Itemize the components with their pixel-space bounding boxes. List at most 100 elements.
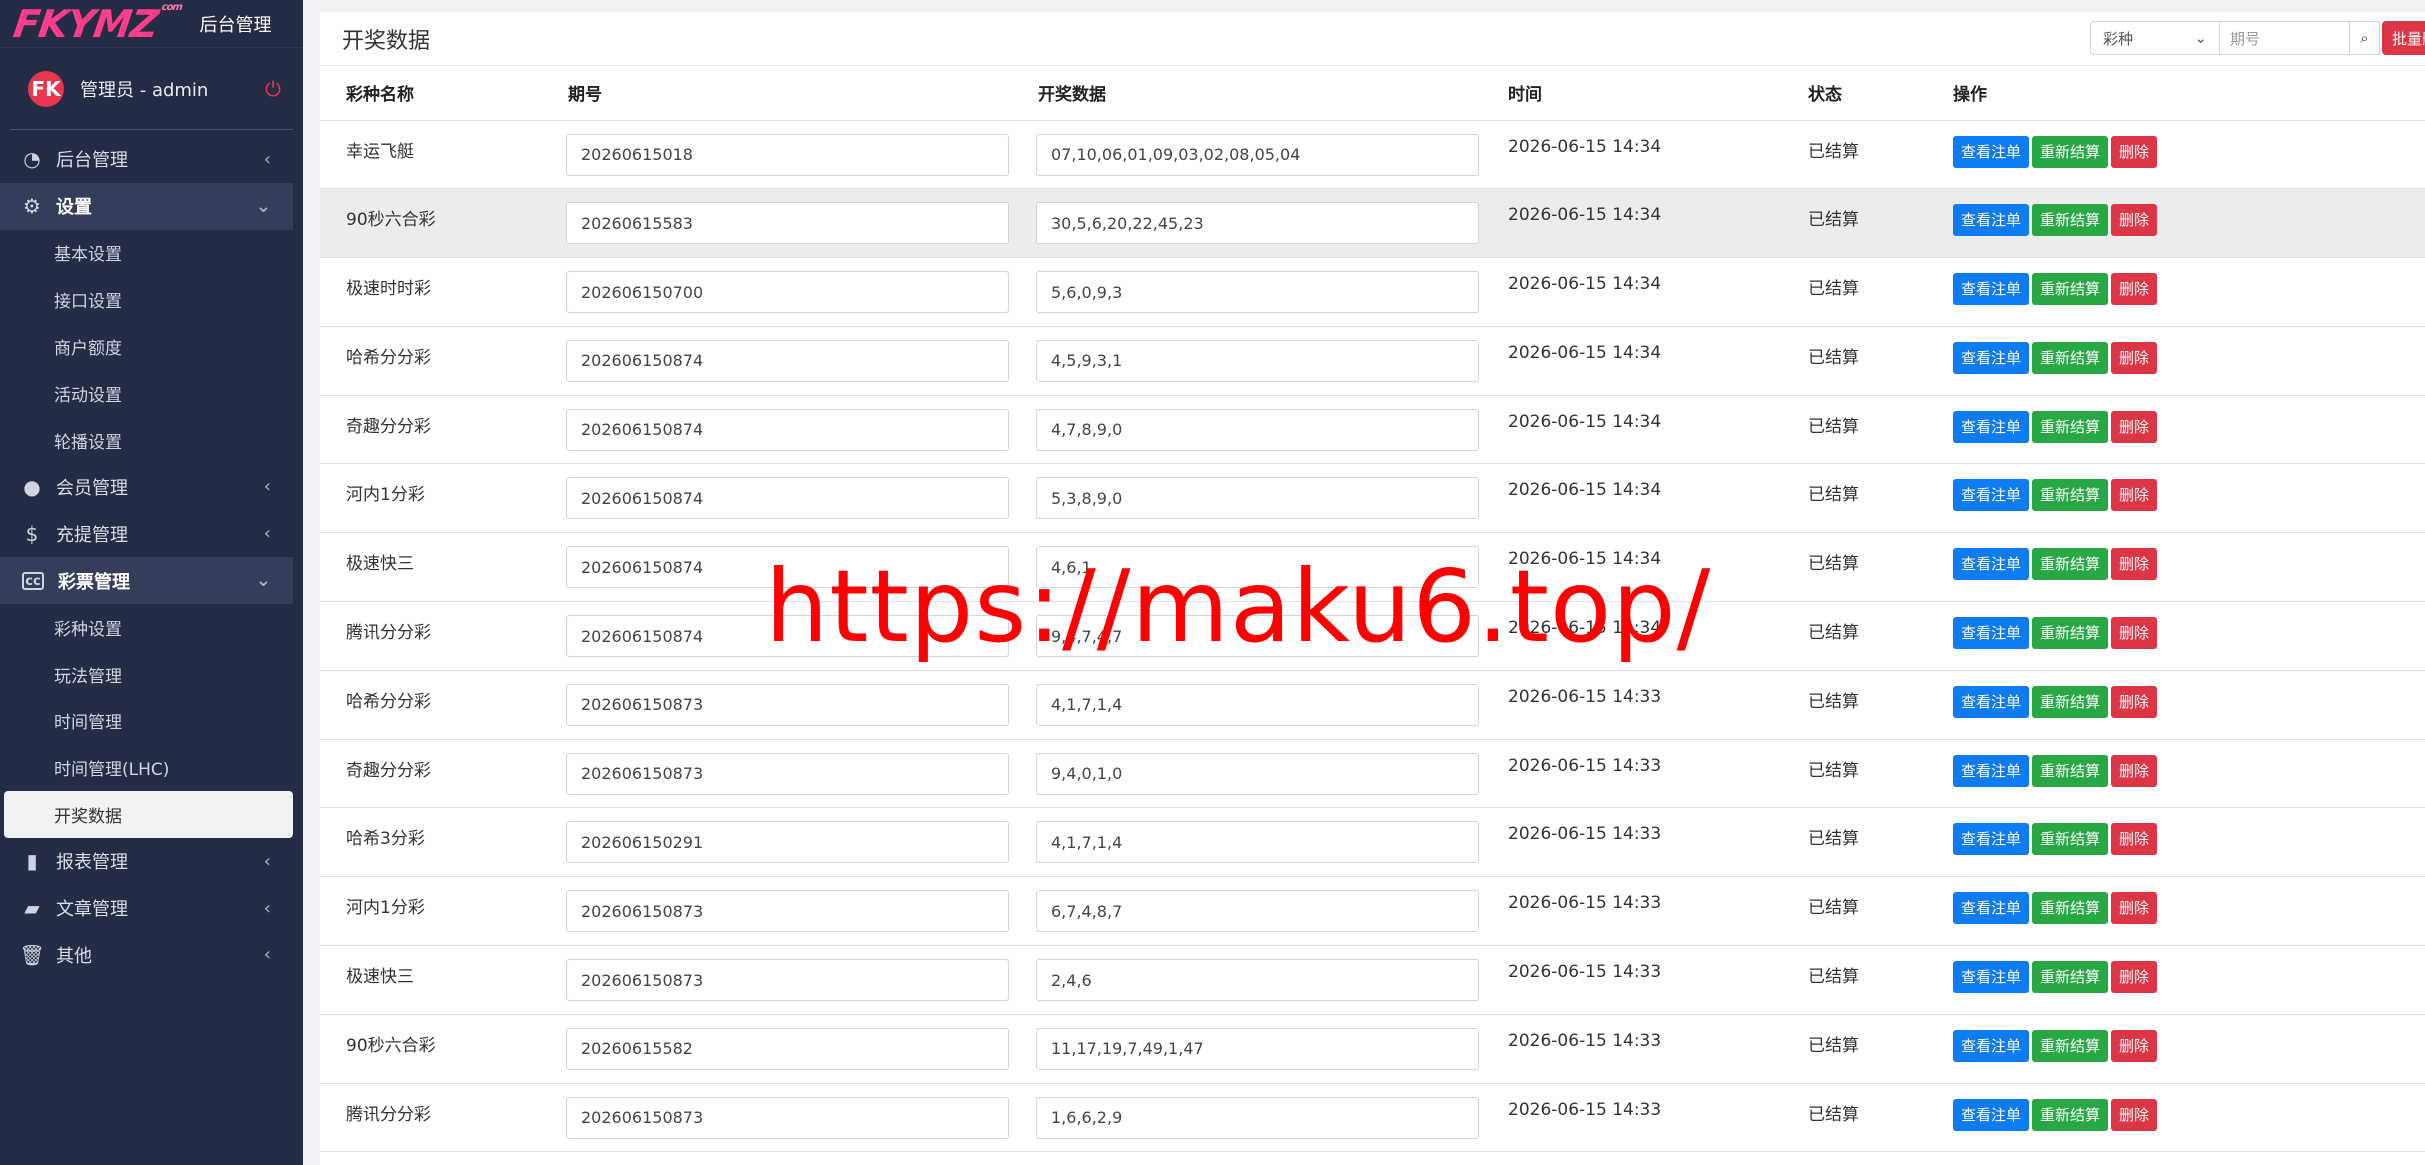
result-field[interactable]: 30,5,6,20,22,45,23	[1036, 202, 1479, 245]
lottery-select[interactable]: 彩种 ⌄	[2090, 21, 2220, 55]
sidebar-item-settings[interactable]: ⚙ 设置 ⌄	[0, 182, 293, 230]
period-field[interactable]: 202606150874	[566, 615, 1009, 658]
delete-button[interactable]: 删除	[2111, 1029, 2158, 1062]
sidebar-item-articles[interactable]: ▰ 文章管理 ‹	[0, 885, 293, 932]
delete-button[interactable]: 删除	[2111, 823, 2158, 856]
view-bets-button[interactable]: 查看注单	[1953, 1098, 2030, 1131]
resettle-button[interactable]: 重新结算	[2032, 617, 2109, 650]
result-field[interactable]: 4,1,7,1,4	[1036, 683, 1479, 726]
period-field[interactable]: 202606150873	[566, 683, 1009, 726]
sidebar-item-members[interactable]: ● 会员管理 ‹	[0, 464, 293, 511]
result-field[interactable]: 4,1,7,1,4	[1036, 821, 1479, 864]
sidebar-item-dashboard[interactable]: ◔ 后台管理 ‹	[0, 136, 293, 183]
result-field[interactable]: 6,7,4,8,7	[1036, 890, 1479, 933]
sidebar-sub-basic[interactable]: 基本设置	[0, 230, 293, 277]
view-bets-button[interactable]: 查看注单	[1953, 479, 2030, 512]
delete-button[interactable]: 删除	[2111, 961, 2158, 994]
delete-button[interactable]: 删除	[2111, 410, 2158, 443]
sidebar-sub-merchant[interactable]: 商户额度	[0, 323, 293, 370]
view-bets-button[interactable]: 查看注单	[1953, 961, 2030, 994]
delete-button[interactable]: 删除	[2111, 617, 2158, 650]
period-cell: 202606150874	[542, 601, 1012, 671]
period-field[interactable]: 20260615583	[566, 202, 1009, 245]
period-field[interactable]: 202606150873	[566, 890, 1009, 933]
result-field[interactable]: 4,7,8,9,0	[1036, 408, 1479, 451]
view-bets-button[interactable]: 查看注单	[1953, 135, 2030, 168]
view-bets-button[interactable]: 查看注单	[1953, 273, 2030, 306]
delete-button[interactable]: 删除	[2111, 754, 2158, 787]
view-bets-button[interactable]: 查看注单	[1953, 892, 2030, 925]
delete-button[interactable]: 删除	[2111, 892, 2158, 925]
sidebar-sub-time-lhc[interactable]: 时间管理(LHC)	[0, 744, 293, 791]
view-bets-button[interactable]: 查看注单	[1953, 1029, 2030, 1062]
period-field[interactable]: 202606150874	[566, 477, 1009, 520]
result-field[interactable]: 2,4,6	[1036, 959, 1479, 1002]
delete-button[interactable]: 删除	[2111, 685, 2158, 718]
resettle-button[interactable]: 重新结算	[2032, 135, 2109, 168]
period-field[interactable]: 202606150874	[566, 408, 1009, 451]
resettle-button[interactable]: 重新结算	[2032, 961, 2109, 994]
period-field[interactable]: 202606150874	[566, 339, 1009, 382]
delete-button[interactable]: 删除	[2111, 273, 2158, 306]
search-button[interactable]: ⌕	[2350, 21, 2380, 55]
period-field[interactable]: 202606150700	[566, 271, 1009, 314]
resettle-button[interactable]: 重新结算	[2032, 204, 2109, 237]
resettle-button[interactable]: 重新结算	[2032, 685, 2109, 718]
resettle-button[interactable]: 重新结算	[2032, 273, 2109, 306]
period-field[interactable]: 20260615582	[566, 1027, 1009, 1070]
result-field[interactable]: 5,3,8,9,0	[1036, 477, 1479, 520]
result-field[interactable]: 1,6,6,2,9	[1036, 1096, 1479, 1139]
delete-button[interactable]: 删除	[2111, 135, 2158, 168]
view-bets-button[interactable]: 查看注单	[1953, 410, 2030, 443]
view-bets-button[interactable]: 查看注单	[1953, 548, 2030, 581]
view-bets-button[interactable]: 查看注单	[1953, 617, 2030, 650]
sidebar-sub-api[interactable]: 接口设置	[0, 276, 293, 323]
resettle-button[interactable]: 重新结算	[2032, 1098, 2109, 1131]
resettle-button[interactable]: 重新结算	[2032, 892, 2109, 925]
period-field[interactable]: 202606150874	[566, 546, 1009, 589]
result-field[interactable]: 07,10,06,01,09,03,02,08,05,04	[1036, 133, 1479, 176]
sidebar-sub-play[interactable]: 玩法管理	[0, 651, 293, 698]
result-field[interactable]: 5,6,0,9,3	[1036, 271, 1479, 314]
period-input[interactable]: 期号	[2220, 21, 2350, 55]
sidebar-sub-lottery-types[interactable]: 彩种设置	[0, 604, 293, 651]
result-field[interactable]: 4,5,9,3,1	[1036, 339, 1479, 382]
result-field[interactable]: 11,17,19,7,49,1,47	[1036, 1027, 1479, 1070]
view-bets-button[interactable]: 查看注单	[1953, 204, 2030, 237]
resettle-button[interactable]: 重新结算	[2032, 1029, 2109, 1062]
resettle-button[interactable]: 重新结算	[2032, 548, 2109, 581]
sidebar-sub-activity[interactable]: 活动设置	[0, 370, 293, 417]
view-bets-button[interactable]: 查看注单	[1953, 823, 2030, 856]
sidebar-sub-time[interactable]: 时间管理	[0, 698, 293, 745]
delete-button[interactable]: 删除	[2111, 479, 2158, 512]
period-field[interactable]: 202606150873	[566, 752, 1009, 795]
delete-button[interactable]: 删除	[2111, 548, 2158, 581]
power-icon[interactable]: ⏻	[265, 77, 281, 101]
sidebar-sub-draw-data[interactable]: 开奖数据	[4, 791, 293, 838]
view-bets-button[interactable]: 查看注单	[1953, 754, 2030, 787]
sidebar-item-reports[interactable]: ▮ 报表管理 ‹	[0, 838, 293, 885]
sidebar-item-finance[interactable]: $ 充提管理 ‹	[0, 510, 293, 557]
result-field[interactable]: 9,4,0,1,0	[1036, 752, 1479, 795]
delete-button[interactable]: 删除	[2111, 1098, 2158, 1131]
period-field[interactable]: 20260615018	[566, 133, 1009, 176]
result-field[interactable]: 9,4,7,4,7	[1036, 615, 1479, 658]
view-bets-button[interactable]: 查看注单	[1953, 685, 2030, 718]
resettle-button[interactable]: 重新结算	[2032, 754, 2109, 787]
resettle-button[interactable]: 重新结算	[2032, 823, 2109, 856]
sidebar-item-lottery[interactable]: cc 彩票管理 ⌄	[0, 557, 293, 604]
sidebar-sub-carousel[interactable]: 轮播设置	[0, 417, 293, 464]
view-bets-button[interactable]: 查看注单	[1953, 341, 2030, 374]
resettle-button[interactable]: 重新结算	[2032, 341, 2109, 374]
delete-button[interactable]: 删除	[2111, 204, 2158, 237]
resettle-button[interactable]: 重新结算	[2032, 410, 2109, 443]
sidebar-item-other[interactable]: 🗑 其他 ‹	[0, 932, 293, 979]
period-field[interactable]: 202606150291	[566, 821, 1009, 864]
period-field[interactable]: 202606150873	[566, 1096, 1009, 1139]
result-field[interactable]: 4,6,1	[1036, 546, 1479, 589]
delete-button[interactable]: 删除	[2111, 341, 2158, 374]
batch-delete-button[interactable]: 批量删除	[2382, 21, 2425, 55]
logo[interactable]: FKYMZcom	[11, 2, 183, 46]
resettle-button[interactable]: 重新结算	[2032, 479, 2109, 512]
period-field[interactable]: 202606150873	[566, 959, 1009, 1002]
